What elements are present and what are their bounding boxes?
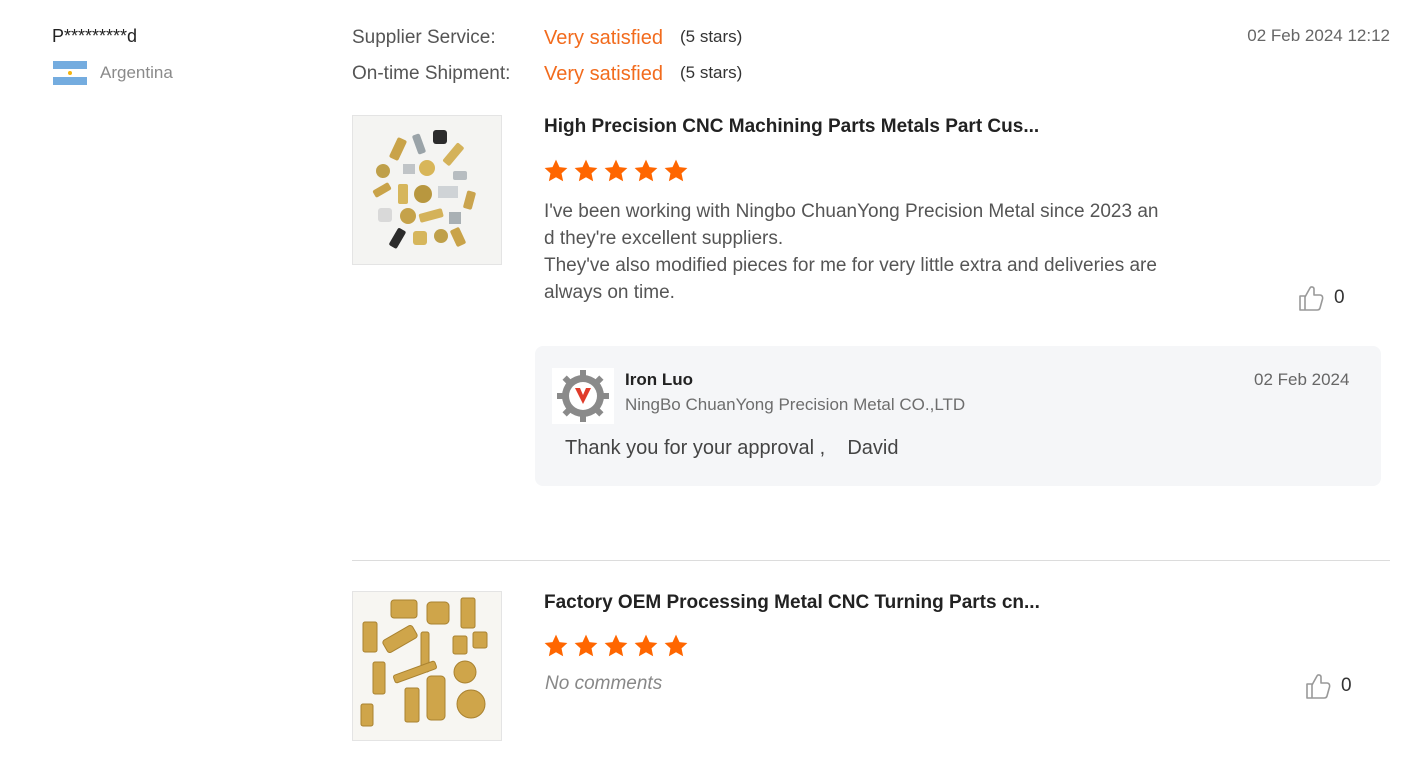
reviewer-name: P*********d xyxy=(52,26,138,46)
star-icon xyxy=(544,634,568,657)
comment-line: They've also modified pieces for me for … xyxy=(544,255,1157,276)
star-icon xyxy=(604,159,628,182)
review-divider xyxy=(352,560,1390,561)
no-comments-text: No comments xyxy=(545,673,663,694)
product-title[interactable]: High Precision CNC Machining Parts Metal… xyxy=(544,116,1039,138)
star-icon xyxy=(574,159,598,182)
reply-text: Thank you for your approval , David xyxy=(565,437,899,459)
review-date: 02 Feb 2024 12:12 xyxy=(1247,26,1390,45)
product-rating xyxy=(543,633,689,659)
product-image[interactable] xyxy=(352,591,502,741)
star-icon xyxy=(634,159,658,182)
product-image[interactable] xyxy=(352,115,502,265)
argentina-flag-icon xyxy=(53,61,87,85)
like-button[interactable]: 0 xyxy=(1305,672,1352,700)
product-title[interactable]: Factory OEM Processing Metal CNC Turning… xyxy=(544,592,1040,614)
product-rating xyxy=(543,158,689,184)
shipment-stars: (5 stars) xyxy=(680,63,743,82)
shipment-value: Very satisfied xyxy=(544,63,663,85)
like-button[interactable]: 0 xyxy=(1298,284,1345,312)
star-icon xyxy=(574,634,598,657)
star-icon xyxy=(544,159,568,182)
like-count: 0 xyxy=(1341,675,1352,696)
supplier-service-label: Supplier Service: xyxy=(352,27,496,48)
thumbs-up-icon xyxy=(1299,286,1324,311)
review-comment: I've been working with Ningbo ChuanYong … xyxy=(544,198,1214,306)
comment-line: I've been working with Ningbo ChuanYong … xyxy=(544,201,1159,222)
star-icon xyxy=(604,634,628,657)
thumbs-up-icon xyxy=(1306,674,1331,699)
replier-company[interactable]: NingBo ChuanYong Precision Metal CO.,LTD xyxy=(625,395,965,415)
supplier-service-stars: (5 stars) xyxy=(680,27,743,46)
comment-line: always on time. xyxy=(544,282,675,303)
supplier-service-value: Very satisfied xyxy=(544,27,663,49)
like-count: 0 xyxy=(1334,287,1345,308)
star-icon xyxy=(664,634,688,657)
comment-line: d they're excellent suppliers. xyxy=(544,228,784,249)
star-icon xyxy=(634,634,658,657)
star-icon xyxy=(664,159,688,182)
shipment-label: On-time Shipment: xyxy=(352,63,511,84)
reviewer-country: Argentina xyxy=(100,63,173,82)
reply-date: 02 Feb 2024 xyxy=(1254,370,1350,389)
supplier-reply xyxy=(535,346,1381,486)
replier-name: Iron Luo xyxy=(625,370,693,389)
company-logo xyxy=(552,368,614,424)
